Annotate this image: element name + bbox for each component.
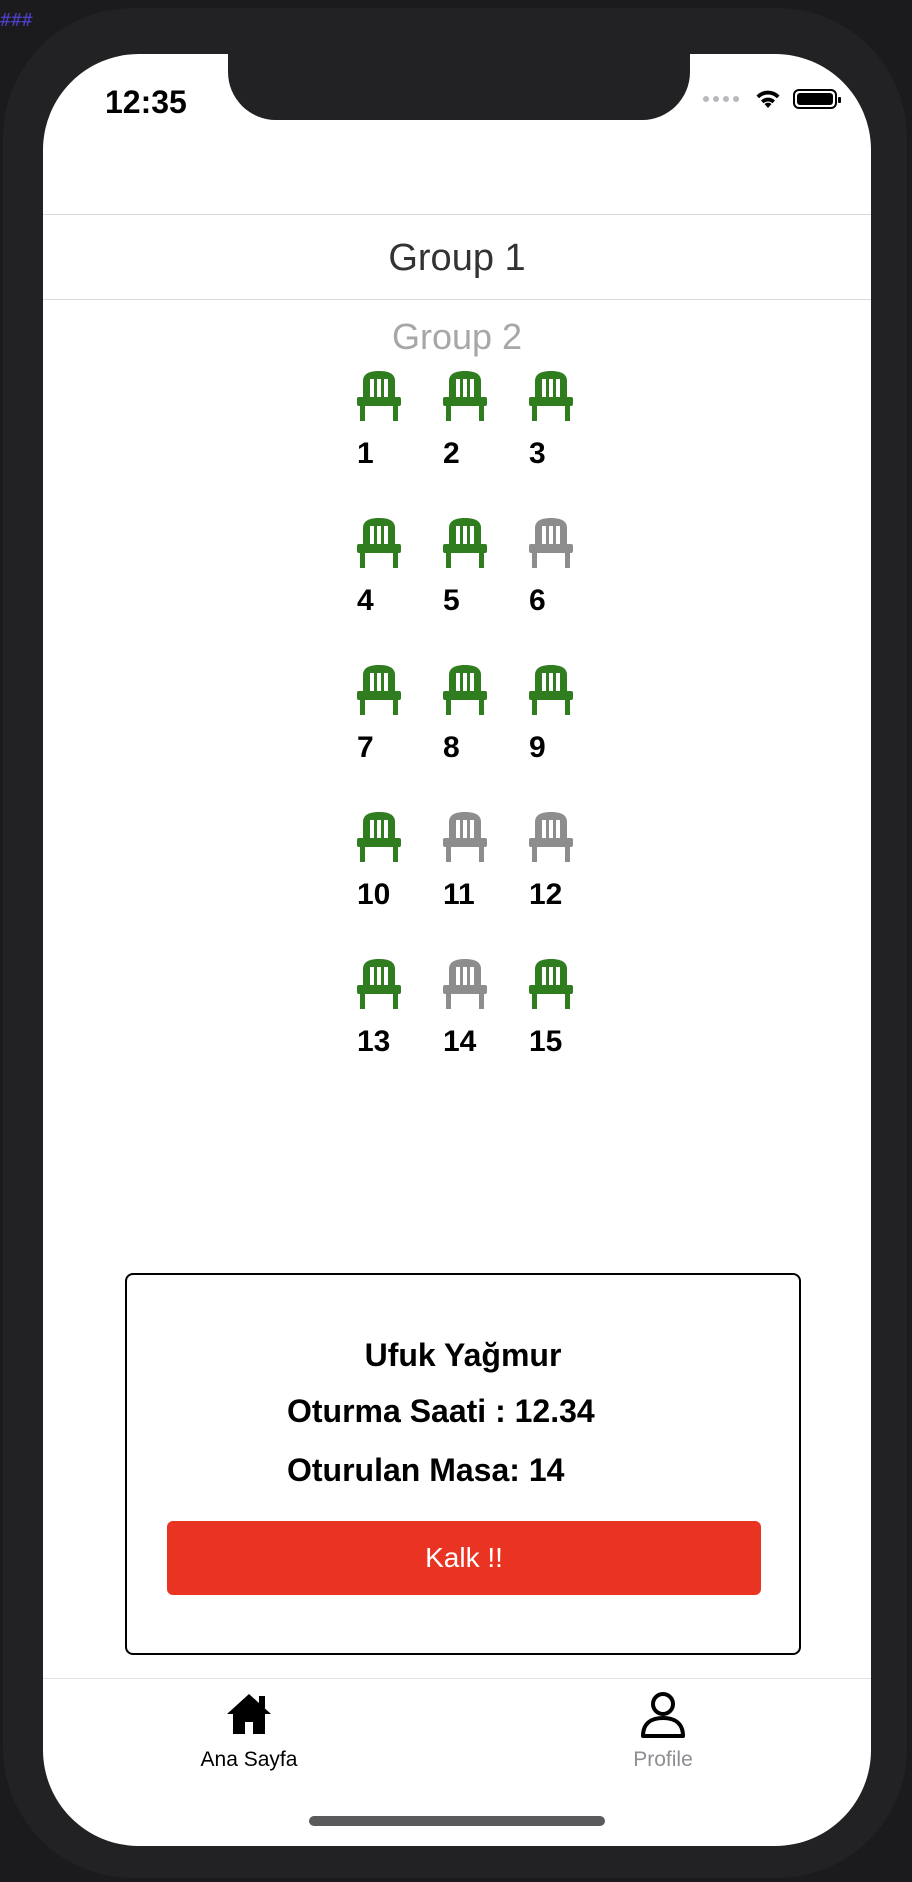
seat-number: 13 (357, 1025, 391, 1058)
seat-number: 5 (443, 584, 460, 617)
tab-home-label: Ana Sayfa (200, 1748, 298, 1771)
tab-bar-divider (43, 1678, 871, 1679)
seat-9[interactable]: 9 (525, 663, 611, 788)
seat-15[interactable]: 15 (525, 957, 611, 1082)
seat-6[interactable]: 6 (525, 516, 611, 641)
seat-8[interactable]: 8 (439, 663, 525, 788)
seat-4[interactable]: 4 (353, 516, 439, 641)
chair-icon (529, 518, 573, 568)
seat-number: 9 (529, 731, 546, 764)
chair-icon (357, 959, 401, 1009)
chair-icon (357, 371, 401, 421)
seat-7[interactable]: 7 (353, 663, 439, 788)
seat-info-card: Ufuk Yağmur Oturma Saati : 12.34 Oturula… (125, 1273, 801, 1655)
user-name: Ufuk Yağmur (364, 1337, 562, 1373)
notch (228, 54, 690, 120)
seat-3[interactable]: 3 (525, 369, 611, 494)
seat-1[interactable]: 1 (353, 369, 439, 494)
seat-number: 4 (357, 584, 374, 617)
chair-icon (357, 665, 401, 715)
user-icon (641, 1692, 685, 1738)
picker-divider-top (43, 214, 871, 215)
table-number: Oturulan Masa: 14 (287, 1452, 565, 1488)
seat-number: 7 (357, 731, 374, 764)
tab-profile[interactable]: Profile (593, 1688, 733, 1772)
seat-13[interactable]: 13 (353, 957, 439, 1082)
chair-icon (443, 518, 487, 568)
chair-icon (529, 665, 573, 715)
seat-number: 15 (529, 1025, 563, 1058)
tab-profile-label: Profile (633, 1748, 693, 1771)
seat-5[interactable]: 5 (439, 516, 525, 641)
tab-home[interactable]: Ana Sayfa (179, 1688, 319, 1772)
seat-11[interactable]: 11 (439, 810, 525, 935)
chair-icon (357, 518, 401, 568)
seat-number: 3 (529, 437, 546, 470)
chair-icon (529, 371, 573, 421)
picker-next-option[interactable]: Group 2 (43, 316, 871, 358)
battery-icon (793, 89, 841, 109)
home-icon (227, 1694, 271, 1734)
background-code: ### (0, 10, 33, 31)
status-time: 12:35 (105, 84, 187, 120)
chair-icon (443, 812, 487, 862)
seat-grid: 1 2 3 4 5 6 7 8 9 10 11 12 13 14 15 (353, 369, 623, 1082)
seat-number: 10 (357, 878, 391, 911)
seat-2[interactable]: 2 (439, 369, 525, 494)
chair-icon (529, 959, 573, 1009)
status-indicators (703, 88, 841, 110)
seat-number: 6 (529, 584, 546, 617)
seat-number: 2 (443, 437, 460, 470)
seat-number: 8 (443, 731, 460, 764)
picker-divider-bottom (43, 299, 871, 300)
seat-number: 1 (357, 437, 374, 470)
seat-10[interactable]: 10 (353, 810, 439, 935)
stand-up-button[interactable]: Kalk !! (167, 1521, 761, 1595)
seat-12[interactable]: 12 (525, 810, 611, 935)
cellular-signal-icon (703, 96, 739, 102)
chair-icon (443, 959, 487, 1009)
app-screen: 12:35 Group 1 Group 2 1 2 3 4 5 6 7 8 9 10 11 12 13 1… (43, 54, 871, 1846)
seat-number: 11 (443, 878, 475, 911)
seat-number: 12 (529, 878, 563, 911)
chair-icon (443, 371, 487, 421)
chair-icon (529, 812, 573, 862)
wifi-icon (756, 90, 780, 108)
seat-number: 14 (443, 1025, 477, 1058)
seat-time: Oturma Saati : 12.34 (287, 1393, 595, 1429)
home-indicator (309, 1816, 605, 1826)
picker-selected-option[interactable]: Group 1 (43, 237, 871, 280)
phone-frame: 12:35 Group 1 Group 2 1 2 3 4 5 6 7 8 9 10 11 12 13 1… (3, 8, 907, 1878)
chair-icon (443, 665, 487, 715)
chair-icon (357, 812, 401, 862)
seat-14[interactable]: 14 (439, 957, 525, 1082)
